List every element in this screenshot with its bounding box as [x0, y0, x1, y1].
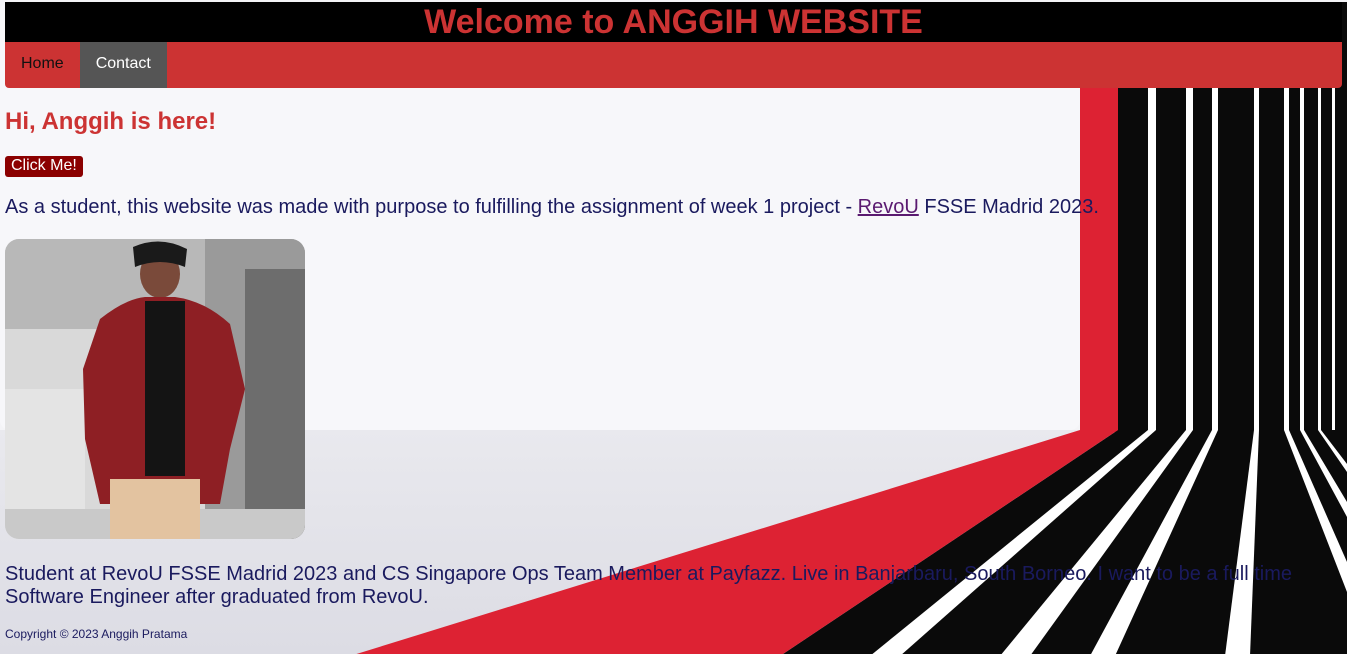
intro-text-start: As a student, this website was made with… — [5, 196, 858, 218]
greeting-heading: Hi, Anggih is here! — [5, 108, 217, 135]
nav-contact-link[interactable]: Contact — [79, 42, 167, 88]
navbar: Home Contact — [5, 42, 1342, 88]
intro-paragraph: As a student, this website was made with… — [5, 196, 1342, 219]
site-title: Welcome to ANGGIH WEBSITE — [424, 3, 923, 41]
profile-photo-image — [5, 239, 305, 539]
intro-text-end: FSSE Madrid 2023. — [918, 196, 1099, 218]
profile-photo — [5, 239, 305, 539]
page-content: Welcome to ANGGIH WEBSITE Home Contact H… — [0, 2, 1347, 641]
header-banner: Welcome to ANGGIH WEBSITE — [5, 2, 1342, 42]
nav-home-link[interactable]: Home — [5, 42, 80, 88]
revou-link[interactable]: RevoU — [858, 196, 919, 218]
copyright-text: Copyright © 2023 Anggih Pratama — [5, 627, 188, 641]
bio-paragraph: Student at RevoU FSSE Madrid 2023 and CS… — [5, 563, 1292, 608]
click-me-button[interactable]: Click Me! — [5, 156, 83, 177]
